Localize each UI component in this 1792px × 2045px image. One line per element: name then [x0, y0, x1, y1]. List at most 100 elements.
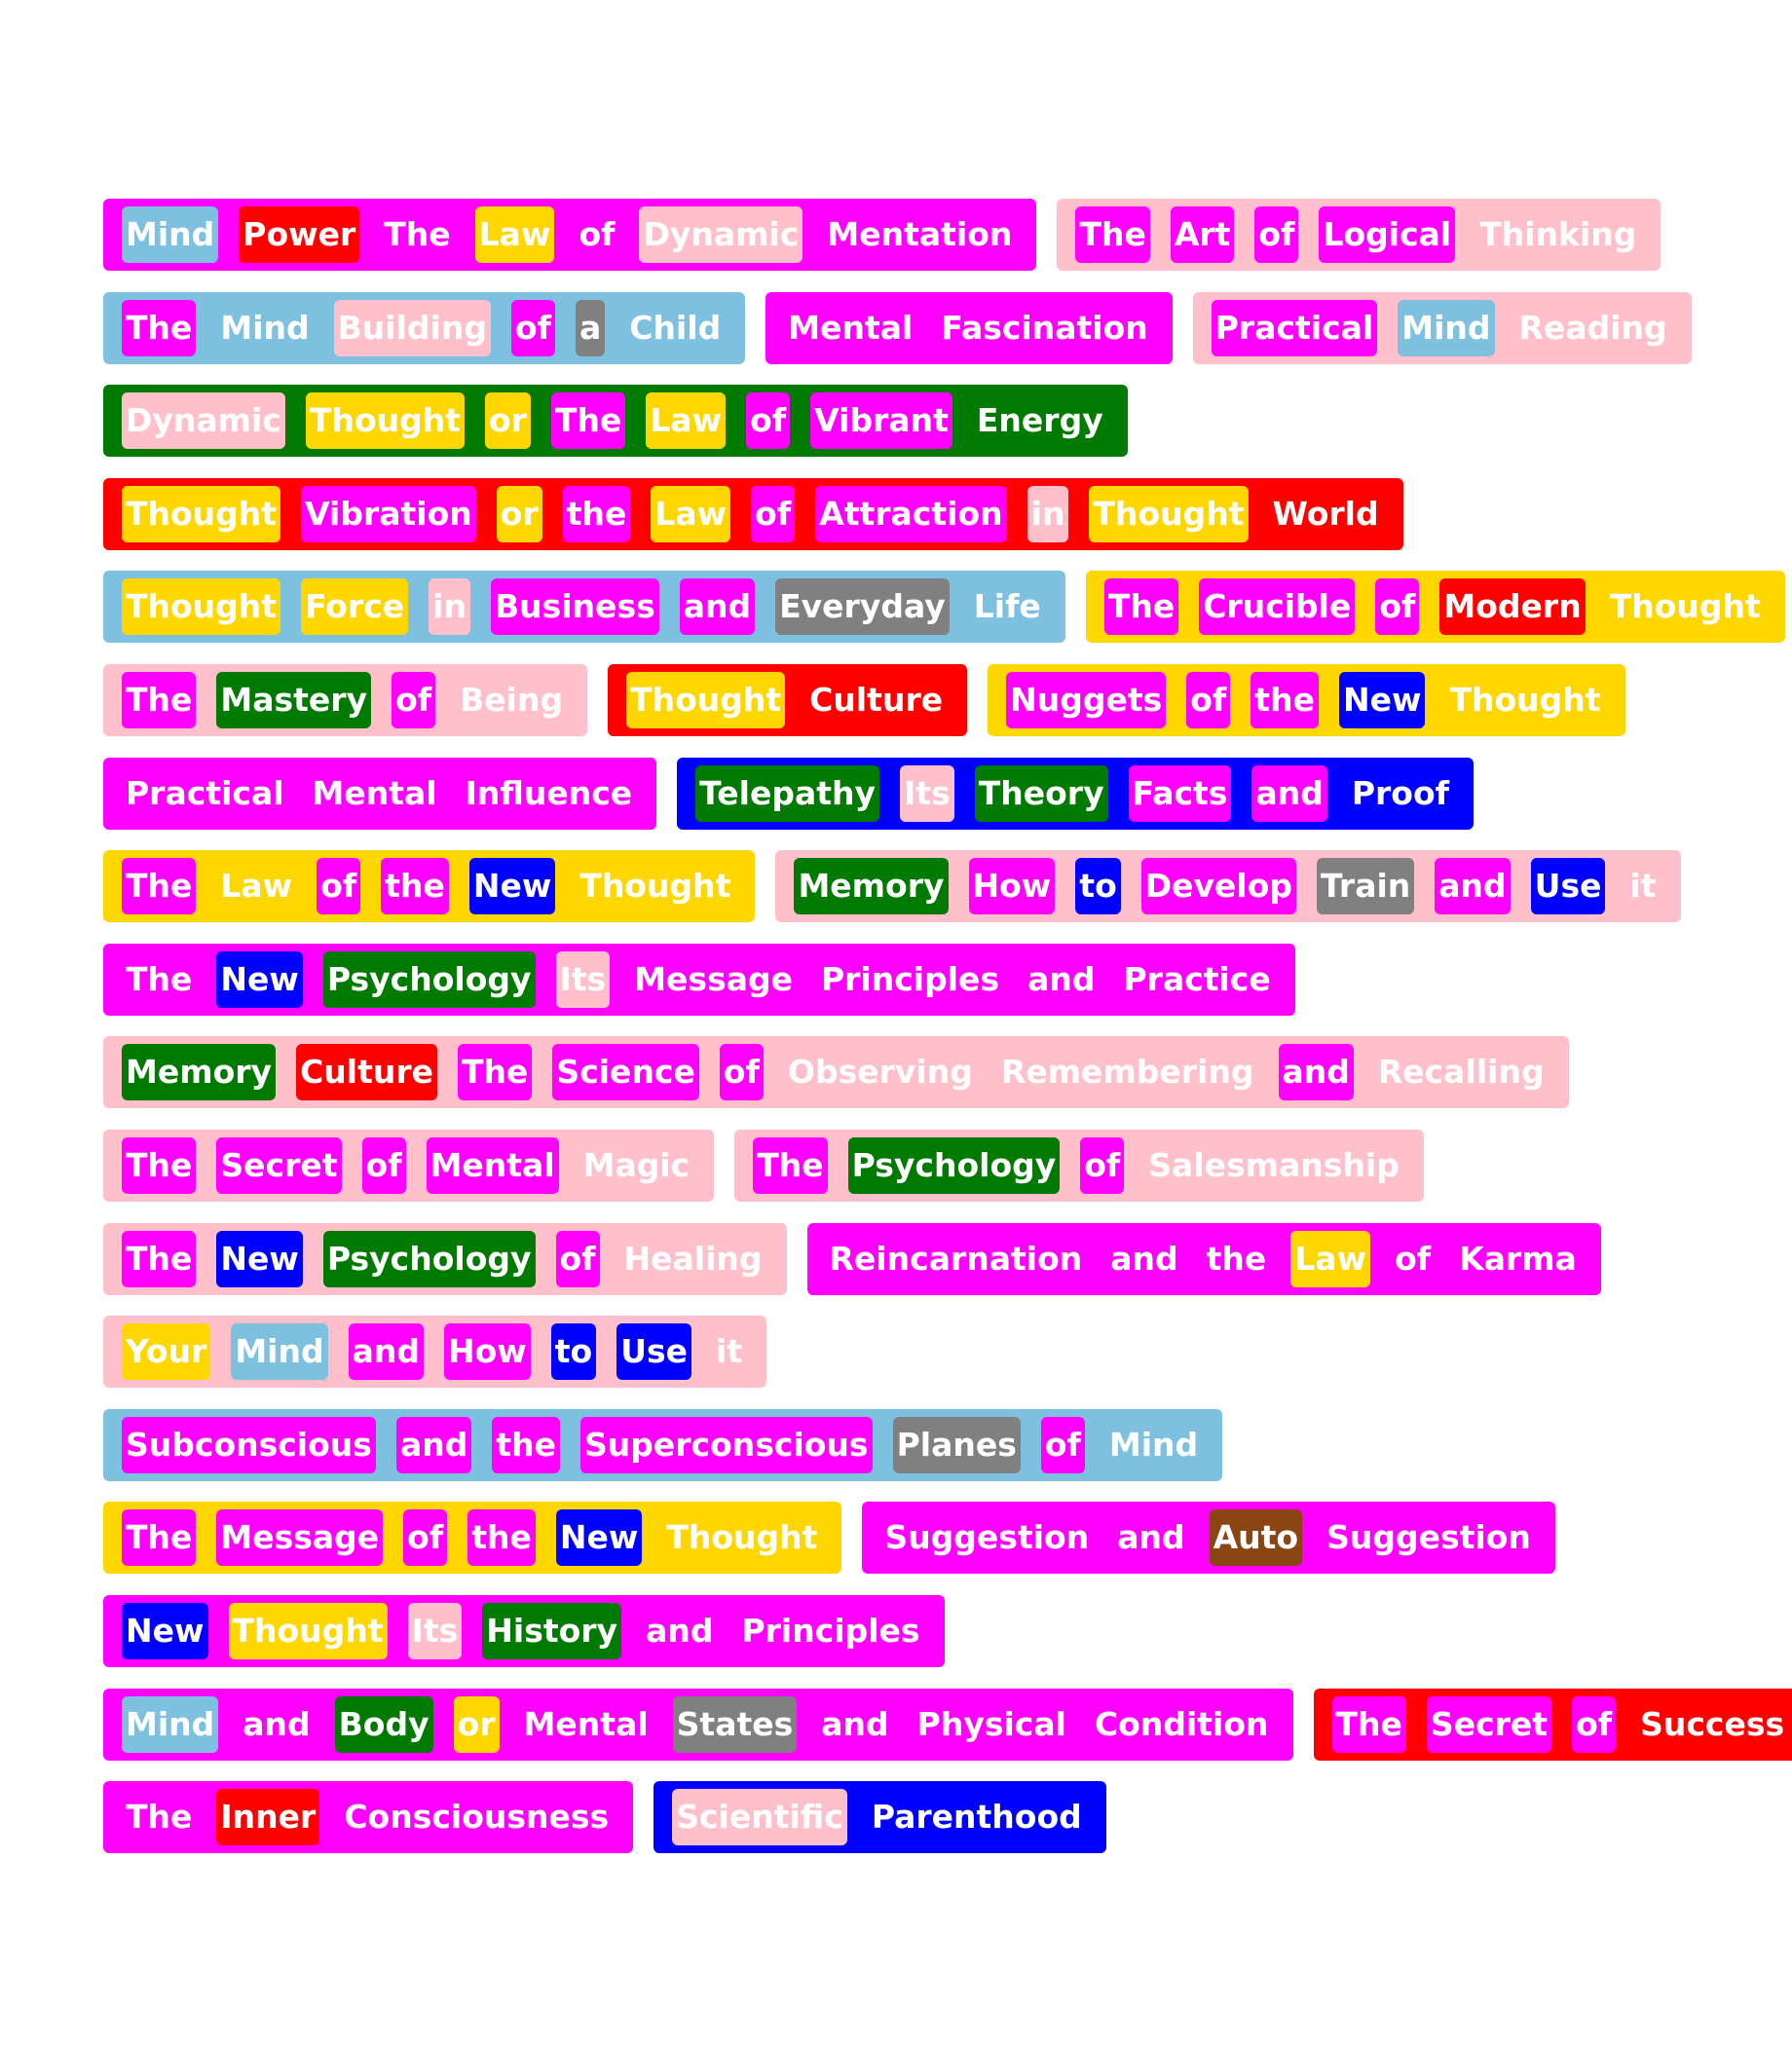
title-word: to: [550, 1323, 597, 1380]
title-word: Force: [301, 578, 409, 635]
title-word: and: [395, 1417, 472, 1473]
title-word: or: [453, 1696, 500, 1753]
title-word: Thought: [626, 672, 786, 728]
title-word: The: [458, 1044, 533, 1100]
title-word: the: [467, 1509, 536, 1566]
title-word: Message: [634, 960, 793, 998]
title-chip: Mind and Body or Mental States and Physical Cond…: [103, 1689, 1293, 1761]
title-word: The: [126, 960, 193, 998]
title-word: Mind: [1108, 1426, 1199, 1464]
title-word: New: [555, 1509, 643, 1566]
title-word: of: [719, 1044, 764, 1100]
title-word: Dynamic: [122, 392, 285, 449]
title-word: Mental: [426, 1137, 559, 1194]
title-word: The: [1075, 206, 1150, 263]
title-word: Culture: [296, 1044, 438, 1100]
title-chip: Thought Force in Business and Everyday Life: [103, 571, 1065, 643]
title-word: Proof: [1351, 774, 1449, 812]
title-word: and: [646, 1612, 714, 1650]
title-word: The: [122, 1231, 197, 1287]
title-word: it: [716, 1332, 743, 1370]
title-word: Memory: [122, 1044, 277, 1100]
title-chip: Practical Mental Influence: [103, 758, 657, 830]
title-word: Observing: [787, 1053, 973, 1091]
title-word: Its: [555, 951, 611, 1008]
title-word: The: [126, 1798, 193, 1836]
title-word: Success: [1640, 1705, 1785, 1743]
title-chip: The New Psychology Its Message Principles and P…: [103, 944, 1295, 1016]
title-word: Subconscious: [122, 1417, 376, 1473]
title-word: States: [672, 1696, 798, 1753]
title-word: of: [751, 486, 796, 542]
title-word: Law: [651, 486, 731, 542]
title-chip: Subconscious and the Superconscious Planes of…: [103, 1409, 1223, 1481]
title-word: and: [348, 1323, 424, 1380]
title-word: Auto: [1209, 1509, 1303, 1566]
title-word: Memory: [794, 858, 949, 914]
title-word: The: [122, 1509, 197, 1566]
title-word: of: [555, 1231, 600, 1287]
title-word: the: [381, 858, 449, 914]
title-word: Law: [1290, 1231, 1371, 1287]
title-word: of: [1395, 1240, 1432, 1278]
title-word: Its: [900, 765, 954, 822]
title-word: Scientific: [672, 1789, 847, 1845]
title-word: Everyday: [775, 578, 950, 635]
title-word: Thought: [228, 1603, 388, 1659]
title-word: The: [550, 392, 626, 449]
title-word: Message: [216, 1509, 384, 1566]
title-word: Mental: [312, 774, 437, 812]
title-word: Culture: [809, 681, 944, 719]
title-word: Mastery: [216, 672, 372, 728]
title-word: Inner: [216, 1789, 320, 1845]
title-word: Use: [1530, 858, 1606, 914]
title-word: Law: [220, 867, 293, 905]
title-word: Condition: [1094, 1705, 1269, 1743]
title-word: and: [1435, 858, 1511, 914]
title-word: Mind: [231, 1323, 328, 1380]
title-word: Theory: [974, 765, 1108, 822]
title-word: How: [443, 1323, 531, 1380]
title-word: Thought: [1089, 486, 1249, 542]
title-word: The: [1103, 578, 1179, 635]
title-word: Law: [646, 392, 727, 449]
title-word: of: [392, 672, 436, 728]
title-word: or: [496, 486, 542, 542]
title-chip: Thought Vibration or the Law of Attraction in Th…: [103, 478, 1403, 550]
title-chip: The Secret of Success: [1313, 1689, 1792, 1761]
title-word: of: [579, 215, 616, 253]
title-chip: The Law of the New Thought: [103, 850, 756, 922]
title-word: Nuggets: [1006, 672, 1167, 728]
title-word: Fascination: [941, 309, 1148, 347]
title-word: in: [1027, 486, 1069, 542]
title-word: Building: [333, 300, 491, 356]
title-word: and: [1027, 960, 1096, 998]
title-word: Science: [552, 1044, 699, 1100]
title-word: of: [1186, 672, 1231, 728]
title-word: Remembering: [1000, 1053, 1254, 1091]
title-chip: Practical Mind Reading: [1192, 292, 1692, 364]
title-word: Suggestion: [1326, 1518, 1531, 1556]
title-word: The: [122, 858, 197, 914]
title-word: in: [429, 578, 470, 635]
title-word: Thought: [579, 867, 731, 905]
title-word: Body: [334, 1696, 433, 1753]
title-chip: Dynamic Thought or The Law of Vibrant Energy: [103, 385, 1128, 457]
title-word: of: [746, 392, 791, 449]
title-word: of: [1572, 1696, 1617, 1753]
title-word: of: [510, 300, 556, 356]
title-word: How: [968, 858, 1056, 914]
title-word: Superconscious: [579, 1417, 873, 1473]
title-word: Mind: [220, 309, 310, 347]
title-word: Parenthood: [871, 1798, 1082, 1836]
title-word: New: [216, 951, 303, 1008]
title-word: and: [679, 578, 756, 635]
title-word: The: [1331, 1696, 1406, 1753]
title-word: The: [122, 1137, 197, 1194]
title-chip: Your Mind and How to Use it: [103, 1316, 767, 1388]
title-word: Life: [973, 587, 1041, 625]
title-chip: The New Psychology of Healing: [103, 1223, 787, 1295]
title-word: Psychology: [322, 951, 536, 1008]
title-word: the: [492, 1417, 560, 1473]
title-chip: The Mind Building of a Child: [103, 292, 746, 364]
